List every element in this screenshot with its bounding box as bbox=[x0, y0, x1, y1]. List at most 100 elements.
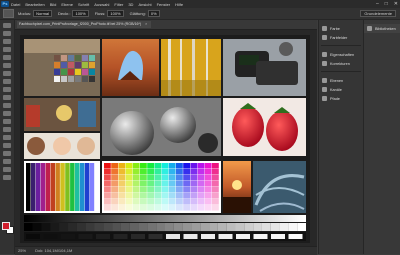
marquee-tool-icon[interactable] bbox=[3, 31, 11, 36]
color-patch bbox=[111, 193, 118, 199]
color-checker-patch bbox=[82, 69, 88, 75]
path-select-tool-icon[interactable] bbox=[3, 151, 11, 156]
stamp-tool-icon[interactable] bbox=[3, 87, 11, 92]
menu-3d[interactable]: 3D bbox=[128, 2, 133, 7]
color-checker-patch bbox=[61, 76, 67, 82]
gray-step bbox=[112, 223, 121, 231]
gray-step bbox=[235, 223, 245, 231]
color-patch bbox=[140, 205, 147, 211]
color-patch bbox=[111, 205, 118, 211]
color-patch bbox=[168, 175, 176, 181]
color-patch bbox=[204, 181, 212, 187]
color-checker-patch bbox=[68, 55, 74, 61]
panel-farbe[interactable]: Farbe bbox=[319, 24, 363, 33]
color-patch bbox=[176, 205, 183, 211]
gradient-bar bbox=[55, 163, 60, 211]
layers-icon bbox=[322, 78, 327, 83]
gray-patch-strip bbox=[24, 232, 306, 241]
color-patch bbox=[132, 205, 140, 211]
move-tool-icon[interactable] bbox=[3, 23, 11, 28]
color-checker-patch bbox=[75, 76, 81, 82]
panel-eigenschaften[interactable]: Eigenschaften bbox=[319, 50, 363, 59]
gradient-tool-icon[interactable] bbox=[3, 111, 11, 116]
menu-bearbeiten[interactable]: Bearbeiten bbox=[25, 2, 44, 7]
eraser-tool-icon[interactable] bbox=[3, 103, 11, 108]
opacity-option: Deckr.: 100% bbox=[58, 10, 89, 17]
minimize-icon[interactable]: – bbox=[376, 1, 379, 7]
blur-tool-icon[interactable] bbox=[3, 119, 11, 124]
zoom-level[interactable]: 25% bbox=[18, 248, 26, 253]
maximize-icon[interactable]: □ bbox=[385, 1, 388, 7]
pen-tool-icon[interactable] bbox=[3, 135, 11, 140]
menu-ansicht[interactable]: Ansicht bbox=[138, 2, 151, 7]
color-patch bbox=[197, 205, 205, 211]
shape-tool-icon[interactable] bbox=[3, 159, 11, 164]
canvas-area[interactable] bbox=[15, 30, 317, 246]
hand-tool-icon[interactable] bbox=[3, 167, 11, 172]
tools-panel bbox=[0, 20, 15, 254]
document-tab[interactable]: Fachbuchpixel.com_PrintPrufvorlage_f2000… bbox=[17, 21, 152, 28]
type-tool-icon[interactable] bbox=[3, 143, 11, 148]
tool-preset-icon[interactable] bbox=[3, 9, 14, 18]
color-patch bbox=[132, 169, 140, 175]
color-checker-patch bbox=[89, 55, 95, 61]
gradient-bar bbox=[35, 163, 41, 211]
color-patch bbox=[161, 181, 169, 187]
options-bar: Modus: Normal Deckr.: 100% Fluss: 100% G… bbox=[0, 8, 400, 20]
gray-step bbox=[32, 223, 42, 231]
color-patch bbox=[132, 163, 140, 169]
eyedropper-tool-icon[interactable] bbox=[3, 63, 11, 68]
color-checker-patch bbox=[75, 62, 81, 68]
color-patch bbox=[197, 175, 205, 181]
brush-tool-icon[interactable] bbox=[3, 79, 11, 84]
color-patch bbox=[190, 163, 198, 169]
crop-tool-icon[interactable] bbox=[3, 55, 11, 60]
color-patch bbox=[212, 205, 219, 211]
gray-step bbox=[59, 223, 69, 231]
close-tab-icon[interactable]: × bbox=[145, 22, 147, 26]
gray-step bbox=[50, 223, 60, 231]
menu-datei[interactable]: Datei bbox=[11, 2, 20, 7]
menu-schrift[interactable]: Schrift bbox=[78, 2, 89, 7]
color-patch bbox=[176, 187, 183, 193]
color-patch bbox=[154, 193, 162, 199]
menu-auswahl[interactable]: Auswahl bbox=[94, 2, 109, 7]
panel-korrekturen[interactable]: Korrekturen bbox=[319, 59, 363, 68]
gradient-bar bbox=[40, 163, 46, 211]
close-icon[interactable]: ✕ bbox=[394, 1, 398, 7]
smoothing-input[interactable]: 0% bbox=[147, 10, 160, 17]
color-patch bbox=[197, 163, 205, 169]
menu-fenster[interactable]: Fenster bbox=[157, 2, 171, 7]
color-patch bbox=[197, 181, 205, 187]
color-patch bbox=[147, 169, 154, 175]
zoom-tool-icon[interactable] bbox=[3, 175, 11, 180]
history-brush-tool-icon[interactable] bbox=[3, 95, 11, 100]
color-patch bbox=[147, 175, 154, 181]
color-patch bbox=[183, 175, 190, 181]
quick-select-tool-icon[interactable] bbox=[3, 47, 11, 52]
flow-input[interactable]: 100% bbox=[107, 10, 124, 17]
menu-filter[interactable]: Filter bbox=[114, 2, 123, 7]
opacity-input[interactable]: 100% bbox=[72, 10, 89, 17]
panel-farbfelder[interactable]: Farbfelder bbox=[319, 33, 363, 42]
menu-ebene[interactable]: Ebene bbox=[61, 2, 73, 7]
menu-bild[interactable]: Bild bbox=[50, 2, 57, 7]
foreground-color-swatch[interactable] bbox=[2, 222, 10, 230]
lasso-tool-icon[interactable] bbox=[3, 39, 11, 44]
color-patch bbox=[176, 163, 183, 169]
menu-hilfe[interactable]: Hilfe bbox=[175, 2, 183, 7]
color-patch bbox=[140, 169, 147, 175]
dodge-tool-icon[interactable] bbox=[3, 127, 11, 132]
color-checker-patch bbox=[89, 76, 95, 82]
objects-photo bbox=[24, 98, 100, 131]
panel-ebenen[interactable]: Ebenen bbox=[319, 76, 363, 85]
panel-pfade[interactable]: Pfade bbox=[319, 94, 363, 103]
healing-tool-icon[interactable] bbox=[3, 71, 11, 76]
workspace-select[interactable]: Grundelemente bbox=[360, 10, 396, 17]
color-icon bbox=[322, 26, 327, 31]
panel-kanaele[interactable]: Kanäle bbox=[319, 85, 363, 94]
mode-select[interactable]: Normal bbox=[33, 10, 53, 17]
panel-bibliotheken[interactable]: Bibliotheken bbox=[364, 24, 400, 33]
color-patch bbox=[212, 199, 219, 205]
gray-step bbox=[24, 223, 33, 231]
